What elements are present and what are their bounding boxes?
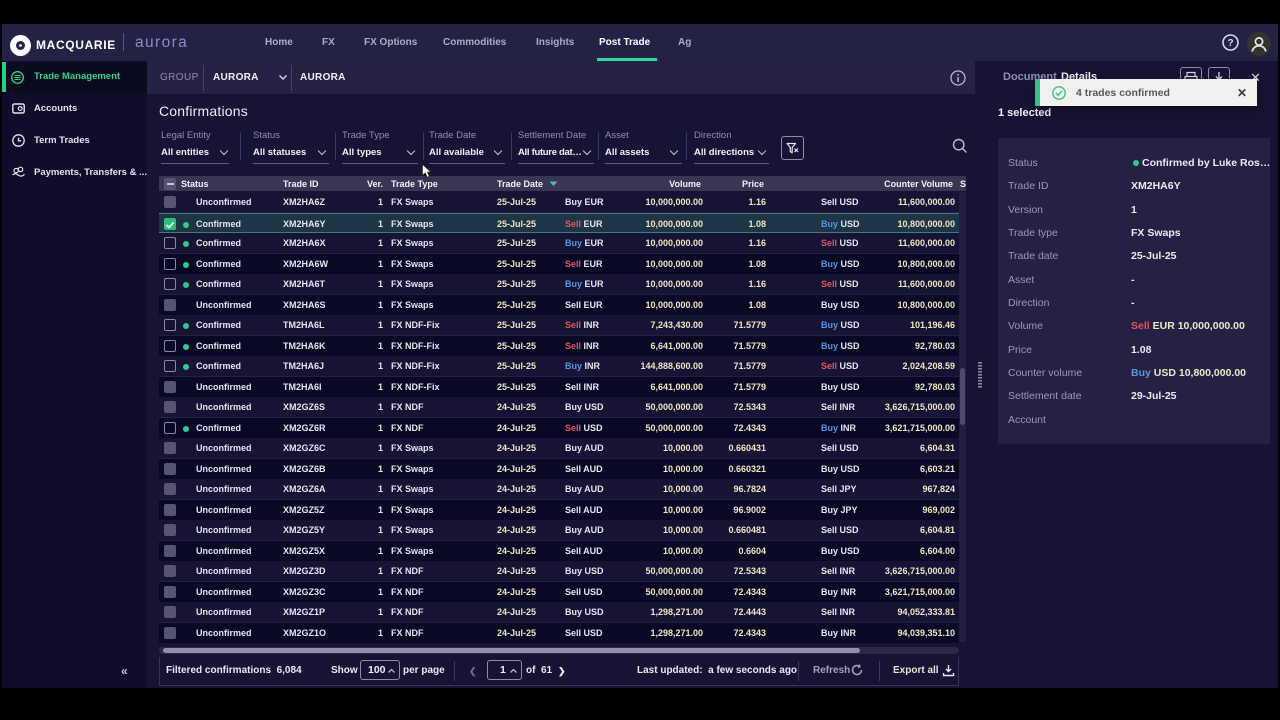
svg-text:?: ? (1227, 38, 1233, 49)
